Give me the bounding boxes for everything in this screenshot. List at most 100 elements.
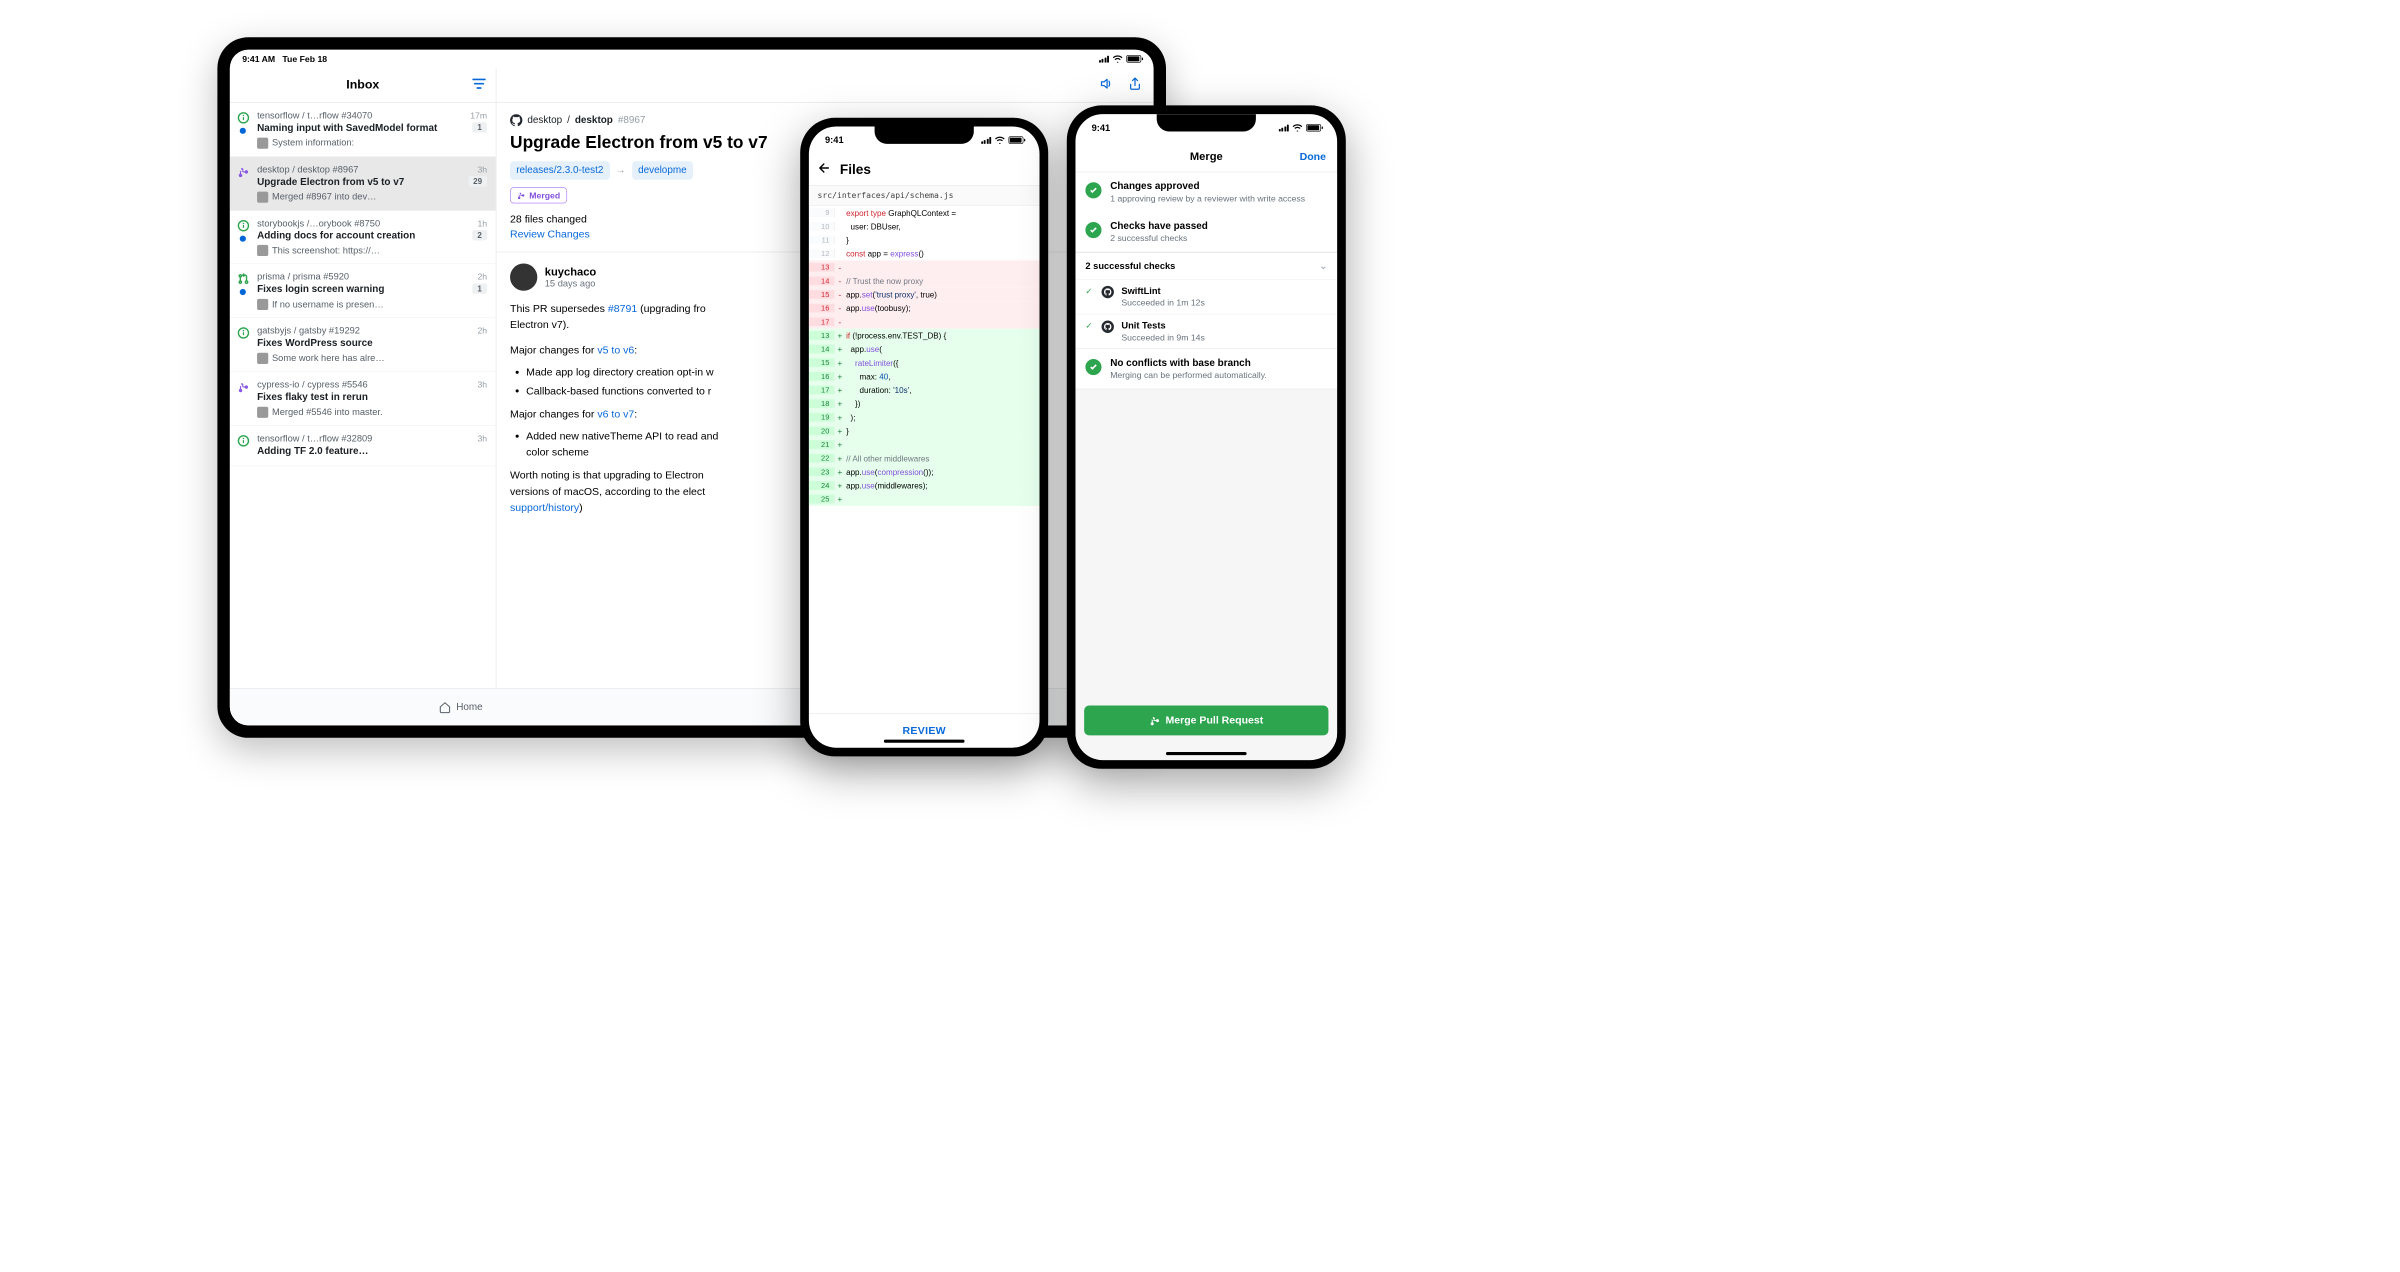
status-row: Changes approved1 approving review by a … <box>1075 172 1337 212</box>
diff-line: 10 user: DBUser, <box>809 219 1040 233</box>
diff-line: 13- <box>809 260 1040 274</box>
iphone-files: 9:41 Files src/interfaces/api/schema.js … <box>800 118 1048 757</box>
done-button[interactable]: Done <box>1300 150 1326 162</box>
issue-open-icon <box>237 327 249 339</box>
avatar <box>257 299 268 310</box>
preview: This screenshot: https://… <box>257 245 487 256</box>
wifi-icon <box>1292 124 1302 131</box>
diff-line: 12const app = express() <box>809 247 1040 261</box>
diff-line: 24+app.use(middlewares); <box>809 479 1040 493</box>
age: 3h <box>477 379 487 389</box>
git-merge-icon <box>1149 715 1160 726</box>
file-path: src/interfaces/api/schema.js <box>809 186 1040 206</box>
files-title: Files <box>840 162 871 178</box>
diff-line: 13+if (!process.env.TEST_DB) { <box>809 329 1040 343</box>
merge-pr-button[interactable]: Merge Pull Request <box>1084 706 1328 736</box>
wifi-icon <box>1113 55 1123 62</box>
link-v6v7[interactable]: v6 to v7 <box>597 408 634 420</box>
link-v5v6[interactable]: v5 to v6 <box>597 344 634 356</box>
notification-item[interactable]: desktop / desktop #89673h Upgrade Electr… <box>230 157 496 211</box>
check-circle-icon <box>1085 222 1101 238</box>
diff-line: 25+ <box>809 492 1040 506</box>
repo-ref: prisma / prisma #5920 <box>257 272 349 283</box>
back-icon[interactable] <box>818 161 832 178</box>
subject: Naming input with SavedModel format <box>257 122 467 135</box>
tick-icon: ✓ <box>1085 321 1094 332</box>
no-conflicts-row: No conflicts with base branch Merging ca… <box>1075 349 1337 389</box>
diff-line: 20+} <box>809 424 1040 438</box>
preview: System information: <box>257 138 487 149</box>
preview: If no username is presen… <box>257 299 487 310</box>
share-icon[interactable] <box>1128 76 1143 94</box>
repo-name[interactable]: desktop <box>575 115 613 126</box>
diff-line: 15+ rateLimiter({ <box>809 356 1040 370</box>
author-name[interactable]: kuychaco <box>545 265 596 278</box>
diff-view[interactable]: 9export type GraphQLContext =10 user: DB… <box>809 206 1040 713</box>
battery-icon <box>1126 55 1141 62</box>
notification-item[interactable]: gatsbyjs / gatsby #192922h Fixes WordPre… <box>230 318 496 372</box>
repo-ref: tensorflow / t…rflow #32809 <box>257 433 372 444</box>
notification-item[interactable]: prisma / prisma #5920 2h Fixes login scre… <box>230 264 496 318</box>
diff-line: 15-app.set('trust proxy', true) <box>809 288 1040 302</box>
issue-open-icon <box>237 434 249 446</box>
check-row[interactable]: ✓ SwiftLintSucceeded in 1m 12s <box>1075 279 1337 314</box>
issue-link[interactable]: #8791 <box>608 303 637 315</box>
repo-owner[interactable]: desktop <box>527 115 562 126</box>
diff-line: 14-// Trust the now proxy <box>809 274 1040 288</box>
wifi-icon <box>995 136 1005 143</box>
home-indicator <box>1166 752 1247 755</box>
link-support[interactable]: support/history <box>510 502 579 514</box>
branch-to[interactable]: developme <box>632 161 693 180</box>
sidebar-title: Inbox <box>346 78 379 92</box>
github-icon <box>1102 321 1114 333</box>
speaker-icon[interactable] <box>1099 76 1114 94</box>
avatar <box>257 138 268 149</box>
notification-item[interactable]: storybookjs /…orybook #87501h Adding doc… <box>230 211 496 265</box>
age: 3h <box>477 433 487 443</box>
check-circle-icon <box>1085 359 1101 375</box>
unread-dot <box>240 128 246 134</box>
notification-item[interactable]: tensorflow / t…rflow #32809 3h Adding TF … <box>230 426 496 466</box>
status-time: 9:41 <box>825 135 844 146</box>
repo-ref: tensorflow / t…rflow #34070 <box>257 110 372 121</box>
notification-item[interactable]: cypress-io / cypress #55463h Fixes flaky… <box>230 372 496 426</box>
avatar <box>257 245 268 256</box>
signal-icon <box>1279 124 1289 131</box>
signal-icon <box>981 137 991 144</box>
subject: Fixes login screen warning <box>257 284 467 297</box>
unread-dot <box>240 235 246 241</box>
notification-item[interactable]: tensorflow / t…rflow #3407017m Naming in… <box>230 103 496 157</box>
subject: Fixes flaky test in rerun <box>257 391 487 404</box>
diff-line: 18+ }) <box>809 397 1040 411</box>
check-row[interactable]: ✓ Unit TestsSucceeded in 9m 14s <box>1075 314 1337 349</box>
diff-line: 17- <box>809 315 1040 329</box>
status-time: 9:41 <box>1092 122 1111 133</box>
unread-dot <box>240 289 246 295</box>
count-badge: 29 <box>468 176 487 187</box>
preview: Merged #5546 into master. <box>257 407 487 418</box>
signal-icon <box>1099 55 1109 62</box>
issue-open-icon <box>237 112 249 124</box>
age: 2h <box>477 272 487 282</box>
battery-icon <box>1009 136 1024 143</box>
subject: Upgrade Electron from v5 to v7 <box>257 176 463 189</box>
diff-line: 11} <box>809 233 1040 247</box>
repo-ref: storybookjs /…orybook #8750 <box>257 218 380 229</box>
home-indicator <box>884 740 965 743</box>
age: 1h <box>477 218 487 228</box>
subject: Fixes WordPress source <box>257 337 487 350</box>
checks-header[interactable]: 2 successful checks ⌄ <box>1075 252 1337 279</box>
diff-line: 16-app.use(toobusy); <box>809 301 1040 315</box>
pr-open-icon <box>237 273 249 285</box>
avatar[interactable] <box>510 264 537 291</box>
filter-icon[interactable] <box>472 77 486 94</box>
diff-line: 21+ <box>809 438 1040 452</box>
tab-home[interactable]: Home <box>230 689 692 726</box>
subject: Adding TF 2.0 feature… <box>257 445 487 458</box>
ipad-status-bar: 9:41 AM Tue Feb 18 <box>230 50 1154 69</box>
branch-from[interactable]: releases/2.3.0-test2 <box>510 161 610 180</box>
files-header: Files <box>809 154 1040 186</box>
issue-open-icon <box>237 219 249 231</box>
diff-line: 9export type GraphQLContext = <box>809 206 1040 220</box>
age: 3h <box>477 164 487 174</box>
